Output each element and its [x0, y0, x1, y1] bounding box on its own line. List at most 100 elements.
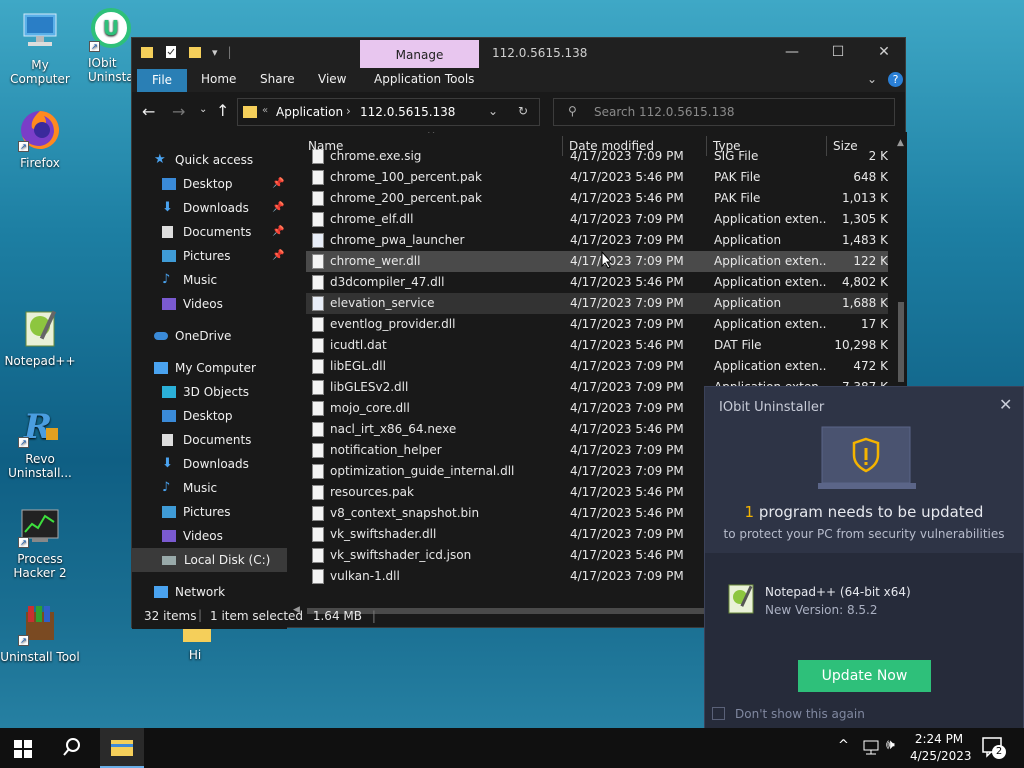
svg-text:U: U [103, 16, 119, 40]
tab-application-tools[interactable]: Application Tools [374, 72, 474, 86]
tab-file[interactable]: File [137, 69, 187, 92]
address-bar[interactable]: « Application › 112.0.5615.138 ⌄ ↻ [237, 98, 540, 126]
manage-tab[interactable]: Manage [360, 40, 479, 68]
desktop-icon-label: Hi [188, 648, 202, 662]
music-icon: ♪ [162, 272, 171, 287]
file-row[interactable]: eventlog_provider.dll 4/17/2023 7:09 PM Ap… [306, 314, 888, 335]
scrollbar-thumb[interactable] [898, 302, 904, 382]
search-button[interactable] [62, 737, 82, 757]
tray-chevron-icon[interactable]: ^ [838, 738, 849, 753]
action-center-button[interactable]: 2 [982, 737, 1006, 759]
file-date: 4/17/2023 5:46 PM [570, 275, 684, 289]
column-header-size[interactable]: Size [833, 132, 858, 160]
search-box[interactable]: ⚲ Search 112.0.5615.138 [553, 98, 895, 126]
dont-show-checkbox[interactable] [712, 707, 725, 720]
forward-arrow-icon[interactable]: → [172, 102, 185, 121]
clock[interactable]: 2:24 PM 4/25/2023 [910, 731, 972, 765]
pin-icon[interactable]: 📌 [272, 202, 284, 213]
new-folder-icon[interactable] [188, 45, 202, 59]
file-row[interactable]: d3dcompiler_47.dll 4/17/2023 5:46 PM Appli… [306, 272, 888, 293]
dont-show-label[interactable]: Don't show this again [735, 707, 865, 721]
column-divider[interactable] [562, 136, 563, 156]
customize-toolbar-icon[interactable]: ▾ [212, 46, 218, 59]
popup-app-section: Notepad++ (64-bit x64) New Version: 8.5.… [705, 553, 1023, 729]
file-icon [312, 443, 324, 458]
file-row[interactable]: icudtl.dat 4/17/2023 5:46 PM DAT File 10,29… [306, 335, 888, 356]
file-date: 4/17/2023 5:46 PM [570, 338, 684, 352]
file-icon [312, 170, 324, 185]
column-divider[interactable] [706, 136, 707, 156]
file-date: 4/17/2023 7:09 PM [570, 380, 684, 394]
column-header-date[interactable]: Date modified [569, 132, 654, 160]
desktop-icon-firefox[interactable]: ↗ Firefox [0, 108, 80, 170]
file-row[interactable]: chrome_wer.dll 4/17/2023 7:09 PM Applicati… [306, 251, 888, 272]
file-name: chrome_200_percent.pak [330, 191, 482, 205]
desktop-icon [162, 410, 176, 422]
refresh-icon[interactable]: ↻ [518, 104, 528, 118]
tab-home[interactable]: Home [201, 72, 236, 86]
breadcrumb-application[interactable]: Application [276, 105, 343, 119]
file-icon [312, 317, 324, 332]
desktop-icon-notepadpp[interactable]: Notepad++ [0, 306, 80, 368]
tab-view[interactable]: View [318, 72, 346, 86]
desktop-icon-revo[interactable]: R ↗ Revo Uninstall... [0, 404, 80, 480]
desktop-icon-process-hacker[interactable]: ↗ Process Hacker 2 [0, 504, 80, 580]
file-row[interactable]: chrome_pwa_launcher 4/17/2023 7:09 PM Appl… [306, 230, 888, 251]
address-dropdown-icon[interactable]: ⌄ [488, 104, 498, 118]
popup-title: IObit Uninstaller [719, 400, 825, 415]
pin-icon[interactable]: 📌 [272, 178, 284, 189]
file-row[interactable]: chrome_elf.dll 4/17/2023 7:09 PM Applicati… [306, 209, 888, 230]
taskbar-file-explorer[interactable] [100, 728, 144, 768]
ribbon-expand-icon[interactable]: ⌄ [867, 72, 877, 86]
maximize-button[interactable]: ☐ [828, 44, 848, 62]
desktop-icon-uninstall-tool[interactable]: ↗ Uninstall Tool [0, 602, 80, 664]
file-size: 122 K [853, 254, 888, 268]
breadcrumb-current[interactable]: 112.0.5615.138 [360, 105, 455, 119]
file-size: 648 K [853, 170, 888, 184]
up-arrow-icon[interactable]: ↑ [216, 101, 229, 120]
file-name: libEGL.dll [330, 359, 386, 373]
file-row[interactable]: elevation_service 4/17/2023 7:09 PM Applic… [306, 293, 888, 314]
file-row[interactable]: chrome_200_percent.pak 4/17/2023 5:46 PM P… [306, 188, 888, 209]
notepadpp-icon [18, 306, 62, 350]
volume-tray-icon[interactable]: 🕪 [886, 737, 895, 753]
desktop-icon-my-computer[interactable]: My Computer [0, 10, 80, 86]
file-row[interactable]: chrome_100_percent.pak 4/17/2023 5:46 PM P… [306, 167, 888, 188]
pin-icon[interactable]: 📌 [272, 250, 284, 261]
shortcut-arrow-icon: ↗ [18, 537, 29, 548]
file-name: vulkan-1.dll [330, 569, 400, 583]
file-type: Application exten... [714, 254, 826, 268]
start-button[interactable] [14, 740, 32, 758]
file-name: v8_context_snapshot.bin [330, 506, 480, 520]
help-icon[interactable]: ? [888, 72, 903, 87]
recent-locations-icon[interactable]: ⌄ [199, 104, 207, 115]
network-tray-icon[interactable] [862, 739, 880, 755]
popup-close-button[interactable]: ✕ [999, 395, 1012, 414]
properties-icon[interactable] [164, 45, 178, 59]
documents-icon [162, 434, 173, 446]
tab-share[interactable]: Share [260, 72, 295, 86]
file-date: 4/17/2023 7:09 PM [570, 233, 684, 247]
column-header-type[interactable]: Type [713, 132, 741, 160]
iobit-update-popup[interactable]: IObit Uninstaller ✕ 1 program needs to b… [704, 386, 1024, 729]
file-type: Application exten... [714, 317, 826, 331]
address-overflow[interactable]: « [262, 105, 268, 116]
firefox-icon: ↗ [18, 108, 62, 152]
update-now-button[interactable]: Update Now [798, 660, 931, 692]
column-header-name[interactable]: Name [308, 132, 343, 160]
title-bar[interactable]: ▾ | Manage 112.0.5615.138 — ☐ ✕ [132, 38, 905, 68]
minimize-button[interactable]: — [782, 44, 802, 62]
file-type: Application exten... [714, 359, 826, 373]
back-arrow-icon[interactable]: ← [142, 102, 155, 121]
file-row[interactable]: libEGL.dll 4/17/2023 7:09 PM Application e… [306, 356, 888, 377]
pin-icon[interactable]: 📌 [272, 226, 284, 237]
revo-uninstaller-icon: R ↗ [18, 404, 62, 448]
close-button[interactable]: ✕ [874, 44, 894, 62]
scroll-up-arrow[interactable]: ▲ [897, 138, 904, 148]
column-divider[interactable] [826, 136, 827, 156]
nav-local-disk[interactable]: Local Disk (C:) [132, 548, 287, 572]
file-icon [312, 380, 324, 395]
process-hacker-icon: ↗ [18, 504, 62, 548]
status-size: 1.64 MB [312, 609, 362, 623]
window-title: 112.0.5615.138 [492, 46, 588, 60]
